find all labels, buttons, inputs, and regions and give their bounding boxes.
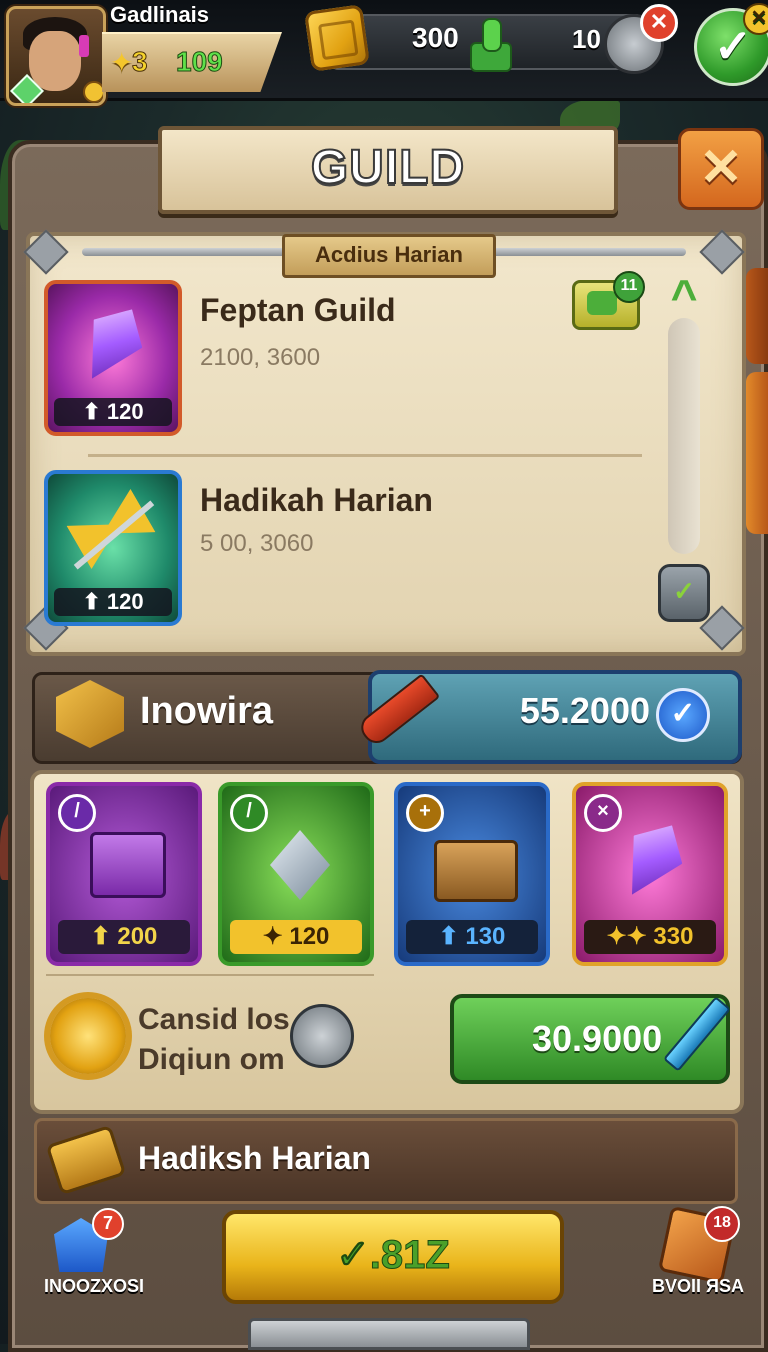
inbox-badge: 7 — [92, 1208, 124, 1240]
player-avatar[interactable] — [6, 6, 106, 106]
reward-value: ⬆ 130 — [406, 920, 538, 954]
side-tab[interactable] — [746, 268, 768, 364]
silver-coin-icon — [290, 1004, 354, 1068]
side-tab[interactable] — [746, 372, 768, 534]
scroll-up-icon[interactable]: ^ — [660, 272, 708, 320]
reward-value: ⬆ 200 — [58, 920, 190, 954]
avatar-face — [29, 31, 81, 91]
shop-label: BVOII ЯSA — [652, 1276, 744, 1296]
inbox-label: INOOZXOSI — [44, 1276, 145, 1296]
quest-title: Hadikah Harian — [200, 482, 433, 518]
sun-buff-icon — [50, 998, 126, 1074]
notification-close-icon[interactable]: ✕ — [640, 4, 678, 42]
player-xp: 109 — [176, 46, 224, 78]
buff-button-value: 30.9000 — [532, 1018, 663, 1059]
token-amount: 10 — [572, 24, 601, 54]
reward-item[interactable]: + ⬆ 130 — [394, 782, 550, 966]
crystal-icon — [594, 812, 704, 908]
confirm-button[interactable]: ✓ ✕ — [694, 3, 768, 86]
resource-value: 55.2000 — [519, 690, 650, 731]
player-level-box: ✦ 3 109 — [102, 32, 282, 92]
bottom-tray-handle[interactable] — [248, 1318, 530, 1350]
quest-reward-label: ⬆ 120 — [54, 398, 172, 426]
star-icon: ✦ — [110, 47, 134, 78]
close-button[interactable]: ✕ — [678, 128, 764, 210]
gift-box-icon — [68, 812, 178, 908]
scrollbar-track[interactable] — [668, 318, 700, 554]
player-name: Gadlinais — [110, 2, 210, 27]
rewards-divider — [46, 974, 374, 976]
reward-value: ✦ 120 — [230, 920, 362, 954]
buff-description: Cansid los Diqiun om — [138, 1000, 290, 1080]
crystal-icon — [68, 295, 156, 392]
quest-icon[interactable]: ⬆ 120 — [44, 470, 182, 626]
page-title: GUILD — [310, 140, 466, 195]
daily-strip-label: Hadiksh Harian — [138, 1140, 371, 1176]
quest-icon[interactable]: ⬆ 120 — [44, 280, 182, 436]
confirm-badge-icon: ✕ — [743, 3, 768, 35]
bow-icon — [66, 489, 155, 569]
buff-line-1: Cansid los — [138, 1003, 290, 1036]
chest-icon — [416, 812, 526, 908]
reward-item[interactable]: × ✦✦ 330 — [572, 782, 728, 966]
resource-label: Inowira — [140, 690, 274, 732]
reward-item[interactable]: / ✦ 120 — [218, 782, 374, 966]
reward-value: ✦✦ 330 — [584, 920, 716, 954]
gold-amount: 300 — [412, 22, 459, 53]
quest-progress: 5 00, 3060 — [200, 530, 314, 557]
quest-badge-count: 11 — [613, 271, 645, 303]
quest-reward-label: ⬆ 120 — [54, 588, 172, 616]
main-action-label: ✓.81Z — [336, 1233, 451, 1278]
quest-section-title: Acdius Harian — [315, 242, 463, 267]
quest-badge[interactable]: 11 — [572, 271, 645, 330]
reward-item[interactable]: / ⬆ 200 — [46, 782, 202, 966]
quest-progress: 2100, 3600 — [200, 344, 321, 371]
buff-line-2: Diqiun om — [138, 1043, 285, 1076]
token-pin-icon — [466, 14, 512, 72]
scrollbar-thumb[interactable]: ✓ — [658, 564, 710, 622]
player-level: 3 — [132, 46, 149, 78]
token-icon — [587, 291, 617, 315]
quest-divider — [88, 454, 642, 457]
gold-cube-icon — [304, 4, 370, 72]
coin-icon — [83, 81, 103, 103]
main-action-button[interactable]: ✓.81Z — [222, 1210, 564, 1304]
blade-icon — [240, 812, 350, 908]
avatar-earring — [79, 35, 89, 57]
guild-title-banner: GUILD — [158, 126, 618, 214]
check-icon[interactable]: ✓ — [656, 688, 710, 742]
quest-section-banner: Acdius Harian — [282, 234, 496, 278]
quest-title: Feptan Guild — [200, 292, 396, 328]
shop-badge: 18 — [704, 1206, 740, 1242]
